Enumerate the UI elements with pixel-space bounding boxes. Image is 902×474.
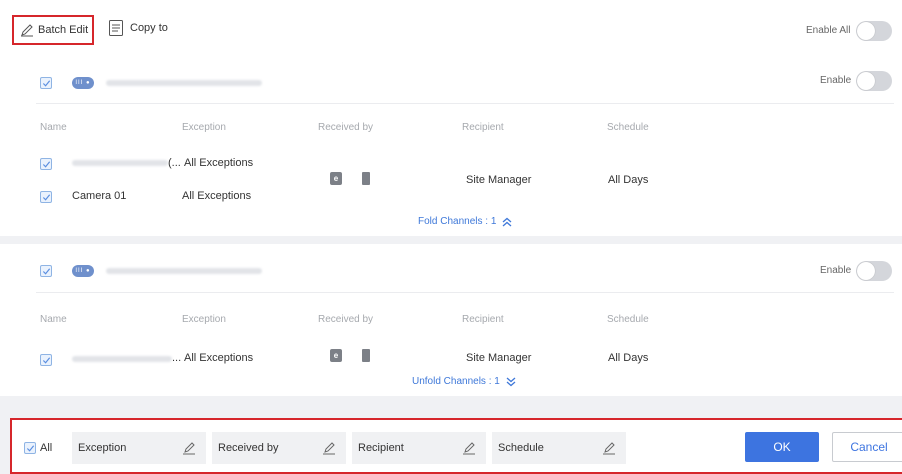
column-header-recipient: Recipient bbox=[462, 314, 504, 325]
unfold-channels-label: Unfold Channels : 1 bbox=[412, 376, 500, 387]
select-all-checkbox[interactable] bbox=[24, 442, 36, 454]
device-group-2: III ● Enable Name Exception Received by … bbox=[0, 244, 902, 396]
device-checkbox[interactable] bbox=[40, 77, 52, 89]
fold-channels-link[interactable]: Fold Channels : 1 bbox=[418, 216, 512, 227]
chevron-double-down-icon bbox=[506, 377, 516, 386]
column-header-received-by: Received by bbox=[318, 314, 374, 325]
device-group-1: III ● Enable Name Exception Received by … bbox=[0, 58, 902, 236]
device-name-redacted bbox=[106, 80, 262, 86]
exception-field[interactable]: Exception bbox=[72, 432, 206, 464]
pencil-icon[interactable] bbox=[322, 441, 336, 455]
email-icon: e bbox=[330, 349, 342, 362]
batch-edit-button[interactable]: Batch Edit bbox=[12, 15, 94, 45]
column-header-name: Name bbox=[40, 314, 67, 325]
chevron-double-up-icon bbox=[502, 217, 512, 226]
device-icon: III ● bbox=[72, 77, 94, 89]
pencil-icon[interactable] bbox=[462, 441, 476, 455]
divider bbox=[36, 292, 894, 293]
device-icon: III ● bbox=[72, 265, 94, 277]
exception-cell: All Exceptions bbox=[184, 157, 254, 169]
copy-to-button[interactable]: Copy to bbox=[108, 19, 168, 37]
channel-checkbox[interactable] bbox=[40, 354, 52, 366]
recipient-cell: Site Manager bbox=[466, 352, 532, 364]
channel-checkbox[interactable] bbox=[40, 191, 52, 203]
enable-label: Enable bbox=[820, 75, 852, 86]
channel-name: Camera 01 bbox=[72, 190, 127, 202]
schedule-field-label: Schedule bbox=[498, 442, 544, 454]
received-by-field-label: Received by bbox=[218, 442, 279, 454]
device-name-redacted bbox=[106, 268, 262, 274]
recipient-cell: Site Manager bbox=[466, 174, 532, 186]
enable-all-toggle[interactable] bbox=[856, 21, 892, 41]
exception-cell: All Exceptions bbox=[182, 190, 252, 202]
cancel-button[interactable]: Cancel bbox=[832, 432, 902, 462]
fold-channels-label: Fold Channels : 1 bbox=[418, 216, 497, 227]
channel-checkbox[interactable] bbox=[40, 158, 52, 170]
enable-toggle[interactable] bbox=[856, 71, 892, 91]
column-header-exception: Exception bbox=[182, 314, 226, 325]
copy-icon bbox=[109, 20, 123, 36]
select-all-label: All bbox=[40, 442, 53, 454]
pencil-icon[interactable] bbox=[602, 441, 616, 455]
column-header-name: Name bbox=[40, 122, 67, 133]
select-all[interactable]: All bbox=[24, 442, 52, 454]
enable-toggle[interactable] bbox=[856, 261, 892, 281]
channel-name-redacted bbox=[72, 356, 172, 362]
channel-name-suffix: ... bbox=[172, 352, 182, 364]
copy-to-label: Copy to bbox=[130, 22, 168, 34]
pencil-icon[interactable] bbox=[182, 441, 196, 455]
recipient-field-label: Recipient bbox=[358, 442, 404, 454]
mobile-icon bbox=[362, 349, 370, 362]
schedule-cell: All Days bbox=[608, 174, 649, 186]
batch-edit-bar: All Exception Received by Recipient Sche… bbox=[10, 418, 902, 474]
mobile-icon bbox=[362, 172, 370, 185]
batch-edit-label: Batch Edit bbox=[38, 24, 89, 36]
schedule-field[interactable]: Schedule bbox=[492, 432, 626, 464]
device-checkbox[interactable] bbox=[40, 265, 52, 277]
column-header-schedule: Schedule bbox=[607, 122, 649, 133]
enable-label: Enable bbox=[820, 265, 852, 276]
enable-all-label: Enable All bbox=[806, 25, 851, 36]
channel-name-redacted bbox=[72, 160, 168, 166]
ok-button[interactable]: OK bbox=[745, 432, 819, 462]
exception-cell: All Exceptions bbox=[184, 352, 254, 364]
exception-field-label: Exception bbox=[78, 442, 127, 454]
column-header-received-by: Received by bbox=[318, 122, 374, 133]
recipient-field[interactable]: Recipient bbox=[352, 432, 486, 464]
email-icon: e bbox=[330, 172, 342, 185]
channel-name-suffix: (... bbox=[168, 157, 181, 169]
column-header-exception: Exception bbox=[182, 122, 226, 133]
divider bbox=[36, 103, 894, 104]
unfold-channels-link[interactable]: Unfold Channels : 1 bbox=[412, 376, 516, 387]
pencil-icon bbox=[21, 24, 33, 37]
received-by-field[interactable]: Received by bbox=[212, 432, 346, 464]
toolbar: Batch Edit Copy to Enable All bbox=[0, 0, 902, 58]
column-header-schedule: Schedule bbox=[607, 314, 649, 325]
column-header-recipient: Recipient bbox=[462, 122, 504, 133]
schedule-cell: All Days bbox=[608, 352, 649, 364]
